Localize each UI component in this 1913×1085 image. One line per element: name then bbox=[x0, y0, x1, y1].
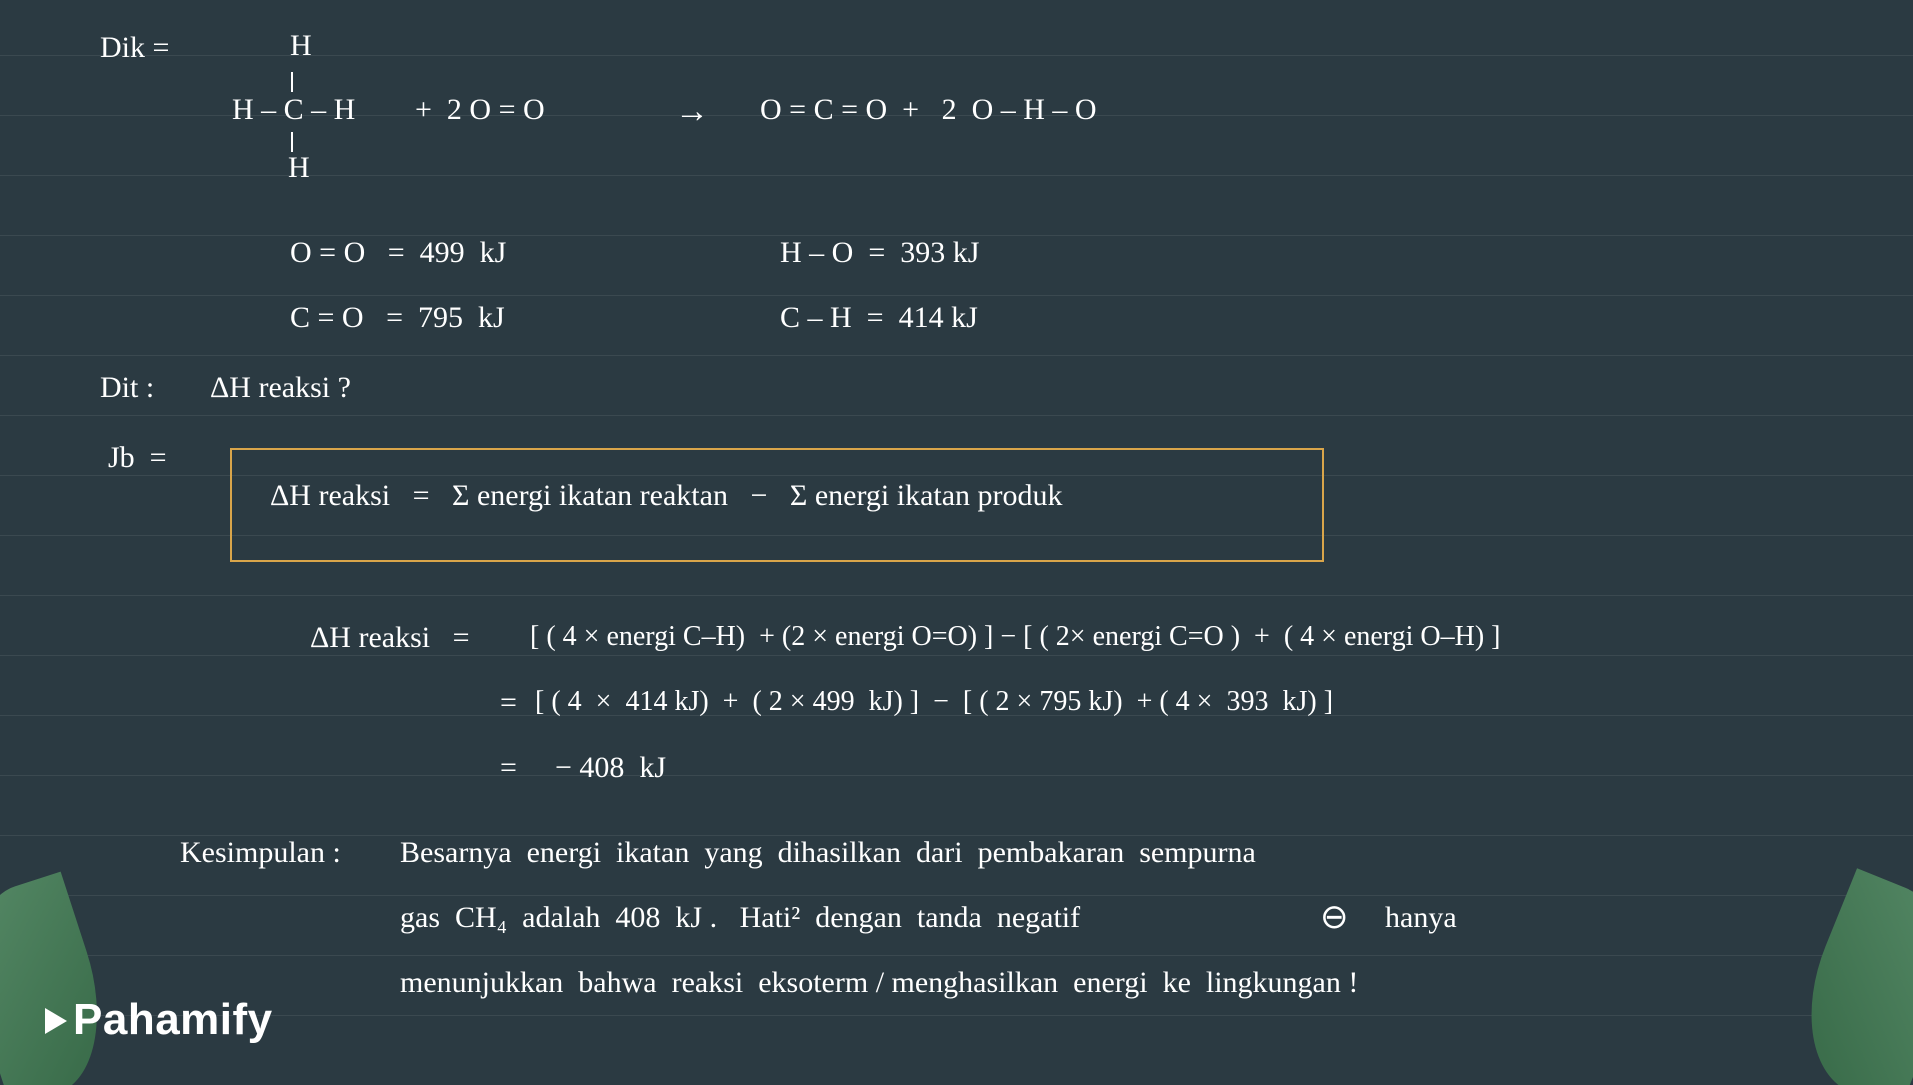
methane-bottom-h: H bbox=[288, 150, 310, 186]
methane-bond-top bbox=[291, 72, 293, 92]
reaction-rhs: O = C = O + 2 O – H – O bbox=[760, 92, 1097, 128]
negative-sign-icon: ⊖ bbox=[1320, 898, 1349, 939]
bond-ho: H – O = 393 kJ bbox=[780, 235, 979, 271]
pahamify-logo: Pahamify bbox=[45, 994, 273, 1047]
jb-label: Jb = bbox=[108, 440, 167, 476]
dik-label: Dik = bbox=[100, 30, 169, 66]
conclusion-l2a: gas CH₄ adalah 408 kJ . Hati² dengan tan… bbox=[400, 900, 1095, 936]
methane-bond-bottom bbox=[291, 132, 293, 152]
dit-label: Dit : bbox=[100, 370, 154, 406]
methane-top-h: H bbox=[290, 28, 312, 64]
conclusion-label: Kesimpulan : bbox=[180, 835, 341, 871]
pahamify-logo-text: Pahamify bbox=[73, 994, 273, 1047]
calc-line2: [ ( 4 × 414 kJ) + ( 2 × 499 kJ) ] − [ ( … bbox=[535, 685, 1333, 719]
conclusion-l1: Besarnya energi ikatan yang dihasilkan d… bbox=[400, 835, 1256, 871]
conclusion-l2b: hanya bbox=[1370, 900, 1457, 936]
conclusion-l3: menunjukkan bahwa reaksi eksoterm / meng… bbox=[400, 965, 1358, 1001]
bond-co: C = O = 795 kJ bbox=[290, 300, 505, 336]
calc-line3: − 408 kJ bbox=[555, 750, 666, 786]
reaction-plus-o2: + 2 O = O bbox=[400, 92, 545, 128]
formula-text: ΔH reaksi = Σ energi ikatan reaktan − Σ … bbox=[270, 478, 1063, 514]
calc-eq3: = bbox=[500, 750, 517, 786]
bond-ch: C – H = 414 kJ bbox=[780, 300, 978, 336]
bond-oo: O = O = 499 kJ bbox=[290, 235, 506, 271]
play-icon bbox=[45, 1008, 67, 1034]
calc-label: ΔH reaksi = bbox=[310, 620, 470, 656]
methane-middle: H – C – H bbox=[232, 92, 355, 128]
reaction-arrow: → bbox=[675, 92, 709, 133]
dit-value: ΔH reaksi ? bbox=[210, 370, 351, 406]
leaf-decor-left-front bbox=[0, 872, 126, 1085]
calc-eq2: = bbox=[500, 685, 517, 721]
calc-line1: [ ( 4 × energi C–H) + (2 × energi O=O) ]… bbox=[530, 620, 1501, 654]
leaf-decor-right-front bbox=[1778, 868, 1913, 1085]
